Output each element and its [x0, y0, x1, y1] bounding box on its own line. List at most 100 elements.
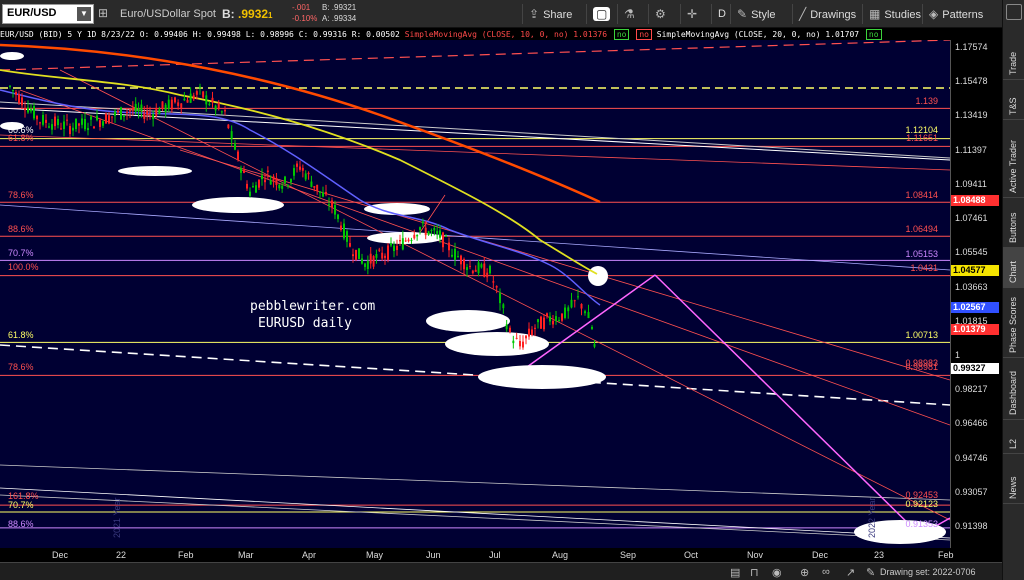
candle-body — [93, 126, 95, 129]
sidebar-tab-news[interactable]: News — [1003, 454, 1024, 504]
candle-body — [24, 108, 26, 111]
candle-body — [149, 113, 151, 115]
fib-label-right: 1.08414 — [905, 190, 938, 200]
chart-icon[interactable]: ▤ — [730, 566, 740, 579]
flask-button[interactable]: ⚗ — [617, 4, 645, 24]
settings-button[interactable]: ⚙ — [648, 4, 676, 24]
sma10-toggle[interactable]: no — [613, 29, 630, 40]
price-tick: 0.91398 — [955, 521, 988, 531]
sidebar-tab-dashboard[interactable]: Dashboard — [1003, 358, 1024, 420]
camera-icon[interactable]: ◉ — [772, 566, 782, 579]
candle-body — [505, 324, 508, 330]
fib-label-right: 0.92123 — [905, 499, 938, 509]
candle-body — [63, 121, 65, 129]
fib-label-right: 1.00713 — [905, 330, 938, 340]
link-icon[interactable]: ∞ — [822, 566, 830, 578]
bid-value: .9932 — [238, 7, 269, 21]
sidebar-tab-phase-scores[interactable]: Phase Scores — [1003, 288, 1024, 358]
candle-body — [445, 235, 447, 237]
drawings-button[interactable]: ╱ Drawings — [792, 4, 862, 24]
expand-icon[interactable]: ⊞ — [98, 6, 108, 20]
candle-body — [519, 341, 521, 347]
sidebar-tab-t-s[interactable]: T&S — [1003, 80, 1024, 120]
bid-suffix: 1 — [268, 11, 273, 20]
candle-body — [155, 108, 158, 117]
sma10-label[interactable]: SimpleMovingAvg (CLOSE, 10, 0, no) — [405, 30, 569, 39]
candle-body — [489, 265, 491, 274]
candle-body — [381, 252, 384, 259]
candle-body — [442, 232, 444, 248]
candle-body — [9, 85, 11, 87]
candle-body — [419, 227, 421, 230]
fib-label-left: 100.0% — [8, 262, 39, 272]
year-label-2021: 2021 Year — [112, 497, 122, 538]
candle-body — [567, 307, 570, 312]
candle-body — [584, 311, 586, 314]
sma10-toggle-2[interactable]: no — [636, 29, 652, 40]
candle-body — [27, 107, 29, 113]
chart-canvas[interactable]: 60.6%61.8%78.6%88.6%70.7%100.0%61.8%78.6… — [0, 40, 950, 548]
candle-body — [177, 102, 180, 106]
drawing-set-label[interactable]: Drawing set: 2022-0706 — [880, 567, 976, 577]
sidebar-tab-label: Chart — [1008, 260, 1018, 283]
price-tick: 1.15478 — [955, 76, 988, 87]
sidebar-tab-active-trader[interactable]: Active Trader — [1003, 120, 1024, 198]
candle-body — [140, 104, 143, 112]
workspace-button[interactable]: ▢ — [586, 4, 616, 24]
date-axis[interactable]: Dec 22 Feb Mar Apr May Jun Jul Aug Sep Oct Nov Dec 23… — [0, 548, 954, 562]
sidebar-tab-l2[interactable]: L2 — [1003, 420, 1024, 454]
sma10-value: 1.01376 — [573, 30, 608, 39]
collapse-icon[interactable] — [1006, 4, 1022, 20]
trend-line — [0, 40, 950, 71]
candle-body — [543, 317, 545, 330]
candle-body — [319, 191, 321, 193]
studies-button[interactable]: ▦ Studies — [862, 4, 924, 24]
price-axis[interactable]: 1.17574 1.15478 1.13419 1.11397 1.09411 1.074… — [950, 40, 1002, 548]
candle-body — [577, 296, 579, 298]
candle-body — [537, 319, 539, 323]
candle-body — [114, 111, 116, 116]
price-tick: 0.93057 — [955, 486, 988, 497]
price-chart[interactable]: 60.6% 61.8% 78.6% 88.6% 70.7% 100.0% 61.8% 78.6… — [0, 40, 950, 548]
magnet-icon[interactable]: ⊓ — [750, 566, 759, 579]
candle-body — [436, 231, 439, 234]
price-tick: 1.03663 — [955, 281, 988, 292]
candle-body — [205, 95, 208, 105]
candle-body — [170, 99, 173, 110]
candle-body — [427, 231, 430, 235]
candle-body — [549, 316, 551, 322]
candle-body — [275, 178, 278, 186]
candle-body — [36, 116, 38, 120]
style-button[interactable]: ✎ Style — [730, 4, 792, 24]
price-badge: 1.02567 — [951, 301, 999, 313]
highlight-ellipse — [0, 52, 24, 60]
trend-line — [654, 274, 921, 536]
candle-body — [227, 124, 230, 129]
zoom-icon[interactable]: ⊕ — [800, 566, 809, 579]
fib-label-left: 61.8% — [8, 330, 34, 340]
candle-body — [290, 178, 292, 183]
dropdown-icon[interactable]: ▼ — [77, 7, 91, 21]
sidebar-tab-trade[interactable]: Trade — [1003, 22, 1024, 80]
candle-body — [243, 169, 245, 173]
sidebar-tab-buttons[interactable]: Buttons — [1003, 198, 1024, 248]
price-tick: 1.05545 — [955, 247, 988, 258]
cursor-icon[interactable]: ↗ — [846, 566, 855, 579]
price-tick: 1.17574 — [955, 42, 988, 52]
share-button[interactable]: ⇪ Share — [522, 4, 580, 24]
sma20-toggle[interactable]: no — [865, 29, 882, 40]
candle-body — [30, 109, 32, 112]
sidebar-tab-chart[interactable]: Chart — [1003, 248, 1024, 288]
symbol-selector[interactable]: EUR/USD ▼ — [2, 4, 94, 24]
crosshair-button[interactable]: ✛ — [680, 4, 706, 24]
close-value: C: 0.99316 — [298, 30, 347, 39]
candle-body — [495, 285, 498, 288]
candle-body — [509, 327, 511, 333]
pencil-icon[interactable]: ✎ — [866, 566, 875, 579]
candle-body — [439, 230, 441, 238]
sma20-label[interactable]: SimpleMovingAvg (CLOSE, 20, 0, no) — [657, 30, 821, 39]
highlight-ellipse — [118, 166, 192, 176]
candle-body — [78, 123, 80, 126]
patterns-button[interactable]: ◈ Patterns — [922, 4, 1002, 24]
highlight-ellipse — [426, 310, 510, 332]
